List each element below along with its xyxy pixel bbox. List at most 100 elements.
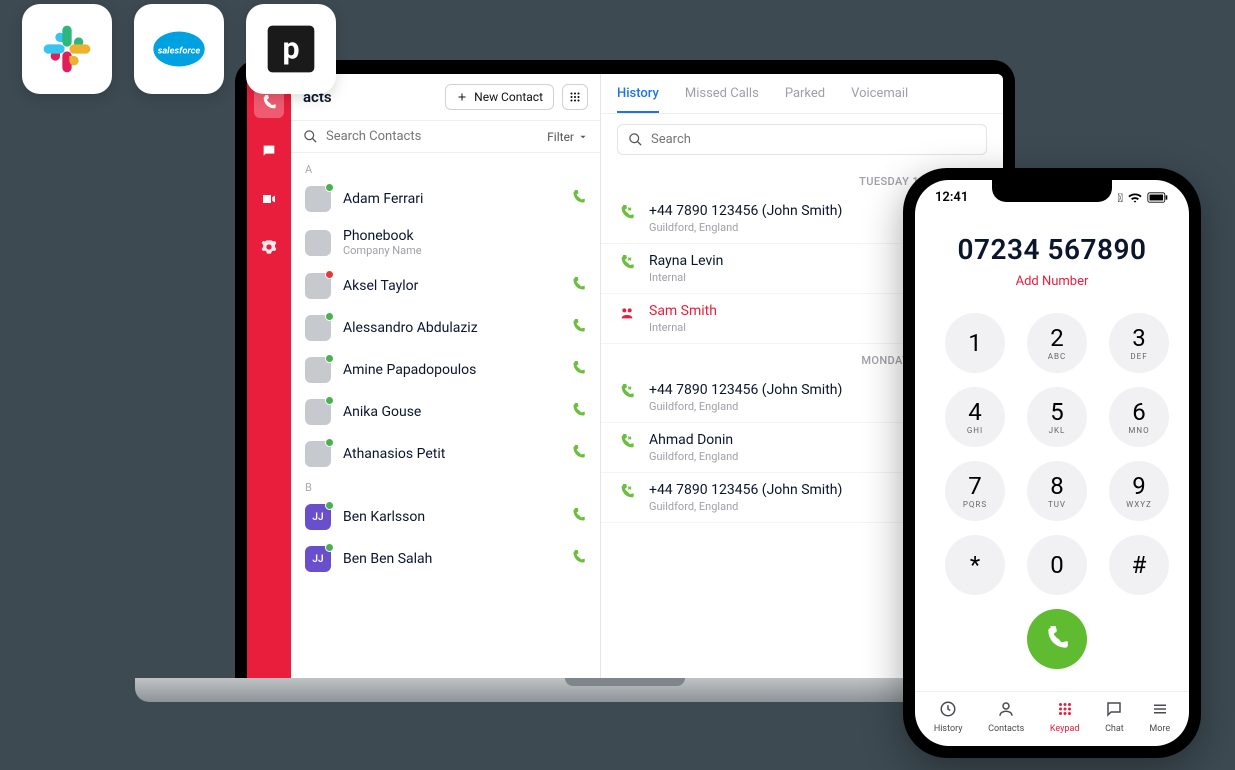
contact-row[interactable]: Adam Ferrari	[291, 178, 600, 220]
contact-row[interactable]: Amine Papadopoulos	[291, 349, 600, 391]
svg-text:p: p	[282, 31, 299, 66]
call-icon[interactable]	[571, 319, 586, 338]
key-number: 9	[1132, 474, 1146, 498]
key-number: 1	[968, 331, 982, 355]
tab-voicemail[interactable]: Voicemail	[851, 86, 908, 113]
key-number: 3	[1132, 326, 1146, 350]
new-contact-button[interactable]: New Contact	[445, 84, 554, 110]
key-number: #	[1132, 553, 1147, 577]
contact-name: Phonebook	[343, 228, 422, 244]
contacts-search-input[interactable]	[326, 129, 539, 144]
key-letters: MNO	[1128, 426, 1149, 435]
call-type-icon	[619, 205, 637, 225]
contact-row[interactable]: Aksel Taylor	[291, 265, 600, 307]
keypad-5[interactable]: 5JKL	[1027, 387, 1087, 447]
new-contact-label: New Contact	[474, 90, 543, 104]
pipedrive-icon: p	[246, 4, 336, 94]
tab-history[interactable]: History	[617, 86, 659, 113]
chevron-down-icon	[578, 132, 588, 142]
nav-more[interactable]: More	[1149, 700, 1170, 734]
history-search-input[interactable]	[651, 132, 976, 147]
contact-row[interactable]: JJBen Ben Salah	[291, 538, 600, 580]
nav-contacts[interactable]: Contacts	[988, 700, 1024, 734]
call-button[interactable]	[1027, 609, 1087, 669]
keypad-2[interactable]: 2 ABC	[1027, 313, 1087, 373]
keypad-#[interactable]: #	[1109, 535, 1169, 595]
battery-icon	[1147, 192, 1169, 203]
phone-icon	[1044, 626, 1070, 652]
presence-dot	[325, 270, 334, 279]
presence-dot	[325, 543, 334, 552]
contact-name: Ben Karlsson	[343, 509, 425, 525]
nav-keypad[interactable]: Keypad	[1050, 700, 1080, 734]
grid-icon	[569, 91, 581, 103]
call-icon[interactable]	[571, 361, 586, 380]
contact-name: Alessandro Abdulaziz	[343, 320, 478, 336]
avatar	[305, 315, 331, 341]
menu-icon	[1151, 700, 1169, 721]
call-icon[interactable]	[571, 508, 586, 527]
presence-dot	[325, 501, 334, 510]
nav-label: Keypad	[1050, 724, 1080, 734]
presence-dot	[325, 396, 334, 405]
keypad-*[interactable]: *	[945, 535, 1005, 595]
svg-text:salesforce: salesforce	[158, 46, 201, 57]
call-icon[interactable]	[571, 403, 586, 422]
keypad-6[interactable]: 6MNO	[1109, 387, 1169, 447]
key-number: 0	[1050, 553, 1064, 577]
add-number-button[interactable]: Add Number	[1016, 274, 1089, 289]
contact-name: Ben Ben Salah	[343, 551, 432, 567]
nav-history[interactable]: History	[934, 700, 963, 734]
call-type-icon	[619, 305, 637, 325]
nav-label: Chat	[1105, 724, 1124, 734]
nav-chat[interactable]: Chat	[1105, 700, 1124, 734]
avatar	[305, 441, 331, 467]
avatar	[305, 186, 331, 212]
key-letters: ABC	[1048, 352, 1066, 361]
sidebar-video[interactable]	[254, 184, 284, 214]
contact-row[interactable]: Athanasios Petit	[291, 433, 600, 475]
key-number: 2	[1050, 326, 1064, 350]
tab-parked[interactable]: Parked	[785, 86, 825, 113]
clock-icon	[939, 700, 957, 721]
keypad-7[interactable]: 7PQRS	[945, 461, 1005, 521]
keypad-0[interactable]: 0	[1027, 535, 1087, 595]
contacts-search-row: Filter	[291, 121, 600, 153]
avatar	[305, 399, 331, 425]
phone-notch	[992, 180, 1112, 202]
apps-grid-button[interactable]	[562, 84, 588, 110]
tab-missed-calls[interactable]: Missed Calls	[685, 86, 759, 113]
sidebar-settings[interactable]	[254, 232, 284, 262]
call-type-icon	[619, 484, 637, 504]
keypad-3[interactable]: 3DEF	[1109, 313, 1169, 373]
key-letters: TUV	[1048, 500, 1066, 509]
keypad-4[interactable]: 4GHI	[945, 387, 1005, 447]
call-icon[interactable]	[571, 445, 586, 464]
chat-icon	[261, 143, 277, 159]
nav-label: More	[1149, 724, 1170, 734]
sidebar-chat[interactable]	[254, 136, 284, 166]
contact-row[interactable]: Anika Gouse	[291, 391, 600, 433]
status-time: 12:41	[935, 190, 968, 205]
keypad-1[interactable]: 1	[945, 313, 1005, 373]
contacts-list[interactable]: AAdam FerrariPhonebookCompany NameAksel …	[291, 153, 600, 680]
presence-dot	[325, 183, 334, 192]
avatar: JJ	[305, 504, 331, 530]
chat-icon	[1105, 700, 1123, 721]
keypad-9[interactable]: 9WXYZ	[1109, 461, 1169, 521]
contact-row[interactable]: JJ Ben Karlsson	[291, 496, 600, 538]
call-icon[interactable]	[571, 190, 586, 209]
keypad-8[interactable]: 8TUV	[1027, 461, 1087, 521]
history-tabs: History Missed Calls Parked Voicemail	[601, 74, 1003, 114]
contact-subtitle: Company Name	[343, 244, 422, 257]
signal-icon: 􀙇	[1118, 191, 1123, 205]
contact-row[interactable]: Alessandro Abdulaziz	[291, 307, 600, 349]
phone-icon	[261, 95, 277, 111]
contact-row[interactable]: PhonebookCompany Name	[291, 220, 600, 265]
call-icon[interactable]	[571, 550, 586, 569]
contacts-header: acts New Contact	[291, 74, 600, 121]
video-icon	[261, 191, 277, 207]
call-icon[interactable]	[571, 277, 586, 296]
filter-button[interactable]: Filter	[547, 130, 588, 144]
filter-label: Filter	[547, 130, 574, 144]
